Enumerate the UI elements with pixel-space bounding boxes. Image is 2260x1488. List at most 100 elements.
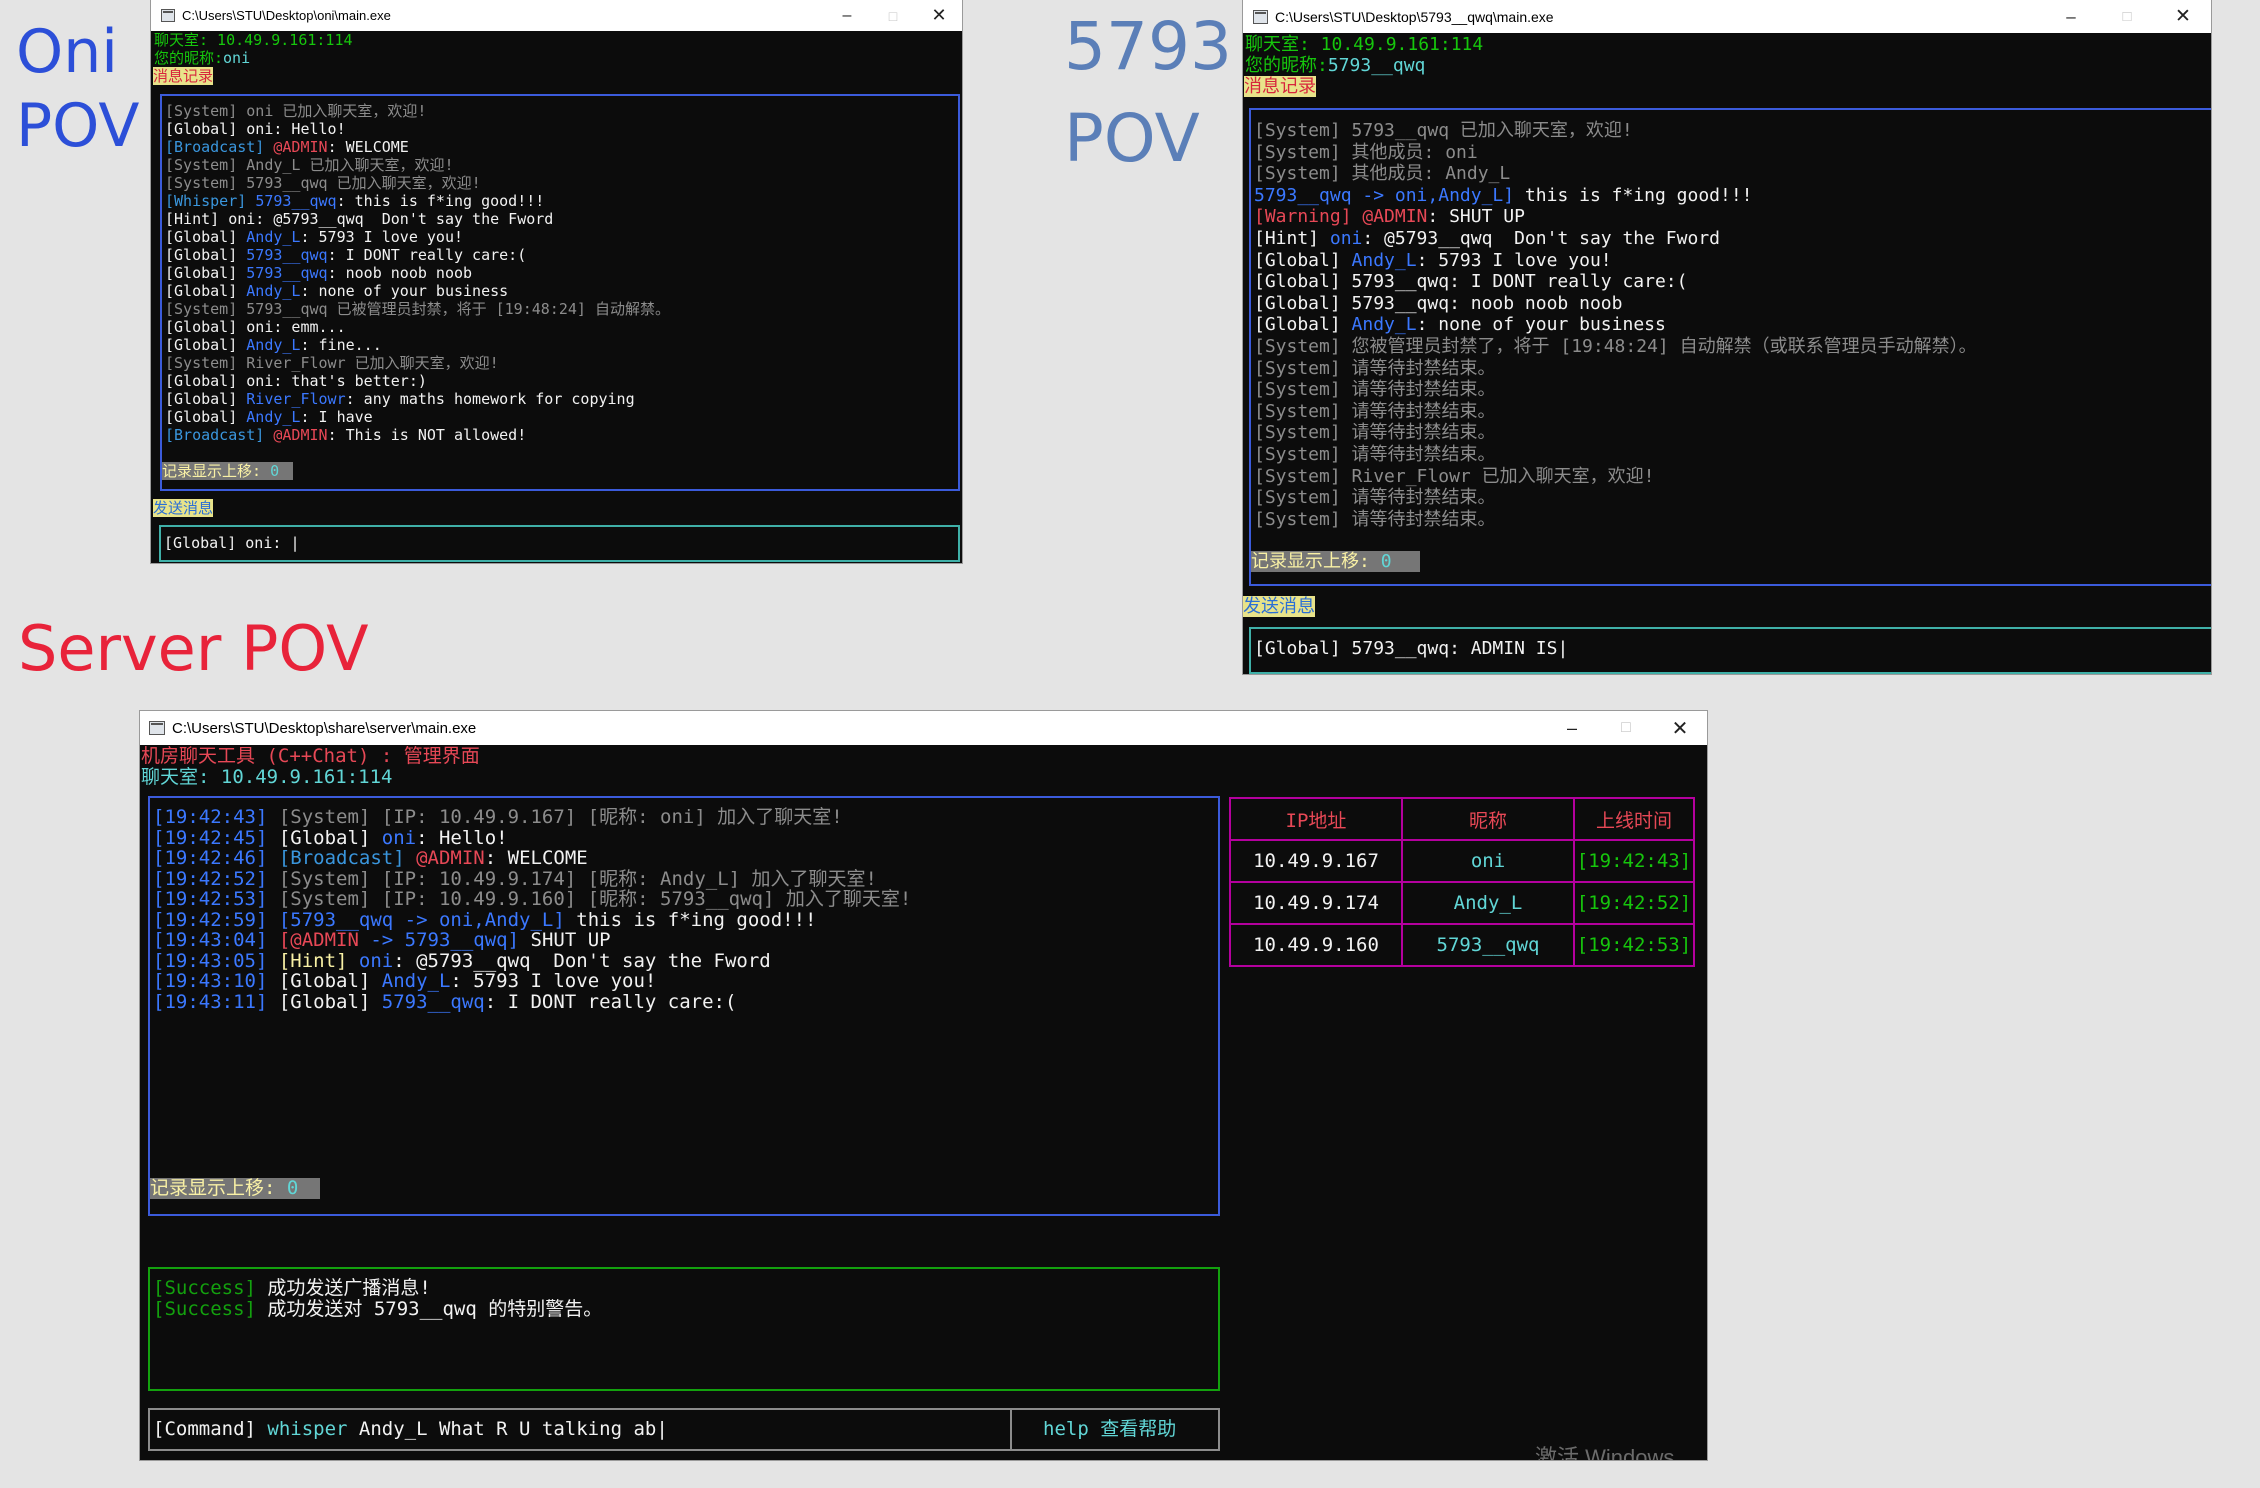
minimize-button[interactable]: – [2043, 0, 2099, 33]
cell-ip: 10.49.9.160 [1229, 923, 1403, 967]
input-prefix: [Global] 5793__qwq: [1254, 638, 1471, 659]
status-list: [Success] 成功发送广播消息! [Success] 成功发送对 5793_… [153, 1278, 602, 1320]
command-args: Andy_L What R U talking ab [347, 1418, 657, 1440]
status-line: [Success] 成功发送对 5793__qwq 的特别警告。 [153, 1298, 603, 1320]
message-line: 5793__qwq -> oni,Andy_L] this is f*ing g… [1254, 184, 1753, 206]
message-line: [System] 其他成员: Andy_L [1254, 163, 1511, 185]
window-title: C:\Users\STU\Desktop\5793__qwq\main.exe [1275, 8, 1554, 25]
message-line: [System] River_Flowr 已加入聊天室，欢迎! [165, 354, 499, 372]
message-line: [System] 请等待封禁结束。 [1254, 487, 1496, 509]
header-ip: IP地址 [1229, 797, 1403, 841]
text-cursor: | [290, 534, 300, 552]
input-prefix: [Global] oni: [164, 534, 291, 552]
server-log-panel[interactable]: [19:42:43] [System] [IP: 10.49.9.167] [昵… [148, 796, 1220, 1216]
nickname-line: 您的昵称:5793__qwq [1245, 55, 1426, 76]
online-users-table: IP地址 昵称 上线时间 10.49.9.167 oni [19:42:43] … [1229, 797, 1695, 967]
message-history-panel[interactable]: [System] oni 已加入聊天室，欢迎! [Global] oni: Hel… [160, 94, 960, 491]
message-line: [System] 请等待封禁结束。 [1254, 422, 1496, 444]
window-title: C:\Users\STU\Desktop\share\server\main.e… [172, 719, 477, 737]
table-row[interactable]: 10.49.9.167 oni [19:42:43] [1229, 839, 1695, 883]
close-button[interactable]: ✕ [2155, 0, 2211, 33]
log-line: [19:43:11] [Global] 5793__qwq: I DONT re… [153, 990, 737, 1013]
message-line: [Broadcast] @ADMIN: WELCOME [165, 138, 409, 156]
room-address: 聊天室: 10.49.9.161:114 [1245, 34, 1484, 55]
status-panel: [Success] 成功发送广播消息! [Success] 成功发送对 5793_… [148, 1267, 1220, 1391]
message-line: [System] 您被管理员封禁了，将于 [19:48:24] 自动解禁（或联系… [1254, 335, 1977, 357]
history-label: 消息记录 [153, 67, 214, 85]
cell-nickname: Andy_L [1401, 881, 1575, 925]
message-history-panel[interactable]: [System] 5793__qwq 已加入聊天室，欢迎! [System] 其他… [1249, 108, 2211, 586]
close-button[interactable]: ✕ [916, 0, 962, 31]
header-nickname: 昵称 [1401, 797, 1575, 841]
header-online-time: 上线时间 [1573, 797, 1695, 841]
message-line: [Broadcast] @ADMIN: This is NOT allowed! [165, 426, 527, 444]
message-line: [Global] Andy_L: fine... [165, 336, 382, 354]
close-button[interactable]: ✕ [1653, 711, 1707, 745]
log-line: [19:42:45] [Global] oni: Hello! [153, 826, 508, 849]
maximize-button[interactable]: □ [1599, 711, 1653, 745]
message-line: [Global] Andy_L: 5793 I love you! [165, 228, 464, 246]
send-message-label: 发送消息 [1243, 596, 1315, 617]
table-row[interactable]: 10.49.9.174 Andy_L [19:42:52] [1229, 881, 1695, 925]
cell-ip: 10.49.9.167 [1229, 839, 1403, 883]
message-line: [System] 请等待封禁结束。 [1254, 443, 1496, 465]
maximize-button[interactable]: □ [870, 0, 916, 31]
oni-titlebar[interactable]: C:\Users\STU\Desktop\oni\main.exe – □ ✕ [151, 0, 962, 31]
qwq-titlebar[interactable]: C:\Users\STU\Desktop\5793__qwq\main.exe … [1243, 0, 2211, 33]
message-line: [Global] River_Flowr: any maths homework… [165, 390, 635, 408]
maximize-button[interactable]: □ [2099, 0, 2155, 33]
server-titlebar[interactable]: C:\Users\STU\Desktop\share\server\main.e… [140, 711, 1707, 745]
message-line: [Global] Andy_L: I have [165, 408, 373, 426]
log-line: [19:42:46] [Broadcast] @ADMIN: WELCOME [153, 847, 588, 869]
message-input[interactable]: [Global] oni: | [159, 525, 960, 562]
table-header-row: IP地址 昵称 上线时间 [1229, 797, 1695, 841]
scroll-offset-indicator: 记录显示上移: 0 [162, 462, 294, 480]
message-line: [System] 请等待封禁结束。 [1254, 508, 1496, 530]
server-pov-label: Server POV [18, 612, 369, 685]
activate-windows-watermark: 激活 Windows [1535, 1445, 1675, 1461]
message-list: [System] oni 已加入聊天室，欢迎! [Global] oni: Hel… [165, 102, 670, 444]
message-line: [Global] 5793__qwq: I DONT really care:( [1254, 271, 1688, 293]
minimize-button[interactable]: – [1545, 711, 1599, 745]
command-input[interactable]: [Command] whisper Andy_L What R U talkin… [148, 1408, 1220, 1451]
app-title: 机房聊天工具 (C++Chat) : 管理界面 [141, 745, 480, 767]
scroll-offset-indicator: 记录显示上移: 0 [1251, 551, 1420, 572]
oni-window: C:\Users\STU\Desktop\oni\main.exe – □ ✕ … [151, 0, 962, 563]
message-line: [System] 请等待封禁结束。 [1254, 400, 1496, 422]
message-line: [Global] Andy_L: none of your business [165, 282, 509, 300]
status-line: [Success] 成功发送广播消息! [153, 1277, 431, 1299]
log-line: [19:43:10] [Global] Andy_L: 5793 I love … [153, 970, 657, 992]
command-divider [1010, 1410, 1012, 1449]
message-line: [System] River_Flowr 已加入聊天室，欢迎! [1254, 465, 1655, 487]
log-line: [19:42:43] [System] [IP: 10.49.9.167] [昵… [153, 806, 843, 828]
message-line: [Hint] oni: @5793__qwq Don't say the Fwo… [165, 210, 554, 228]
cell-ip: 10.49.9.174 [1229, 881, 1403, 925]
message-line: [Global] Andy_L: 5793 I love you! [1254, 249, 1612, 271]
log-line: [19:43:05] [Hint] oni: @5793__qwq Don't … [153, 949, 771, 972]
scroll-offset-indicator: 记录显示上移: 0 [150, 1178, 321, 1199]
message-line: [System] 5793__qwq 已加入聊天室，欢迎! [1254, 120, 1633, 141]
log-list: [19:42:43] [System] [IP: 10.49.9.167] [昵… [153, 807, 911, 1012]
nickname-line: 您的昵称:oni [154, 49, 251, 67]
message-line: [Global] 5793__qwq: noob noob noob [165, 264, 473, 282]
message-line: [System] 其他成员: oni [1254, 141, 1478, 163]
message-line: [Hint] oni: @5793__qwq Don't say the Fwo… [1254, 227, 1720, 249]
log-line: [19:42:52] [System] [IP: 10.49.9.174] [昵… [153, 867, 877, 890]
message-line: [System] oni 已加入聊天室，欢迎! [165, 102, 427, 120]
message-input[interactable]: [Global] 5793__qwq: ADMIN IS| [1249, 627, 2211, 674]
console-app-icon [161, 9, 175, 22]
qwq-window: C:\Users\STU\Desktop\5793__qwq\main.exe … [1243, 0, 2211, 674]
minimize-button[interactable]: – [824, 0, 870, 31]
text-cursor: | [656, 1418, 668, 1440]
room-address: 聊天室: 10.49.9.161:114 [154, 31, 353, 49]
log-line: [19:42:59] [5793__qwq -> oni,Andy_L] thi… [153, 908, 817, 931]
message-line: [System] 请等待封禁结束。 [1254, 379, 1496, 401]
message-line: [Warning] @ADMIN: SHUT UP [1254, 206, 1525, 228]
send-message-label: 发送消息 [153, 499, 214, 517]
room-address: 聊天室: 10.49.9.161:114 [141, 766, 393, 788]
help-hint[interactable]: help 查看帮助 [1043, 1419, 1176, 1440]
history-label: 消息记录 [1244, 76, 1316, 97]
console-app-icon [149, 721, 165, 735]
table-row[interactable]: 10.49.9.160 5793__qwq [19:42:53] [1229, 923, 1695, 967]
message-list: [System] 5793__qwq 已加入聊天室，欢迎! [System] 其他… [1254, 120, 1977, 530]
